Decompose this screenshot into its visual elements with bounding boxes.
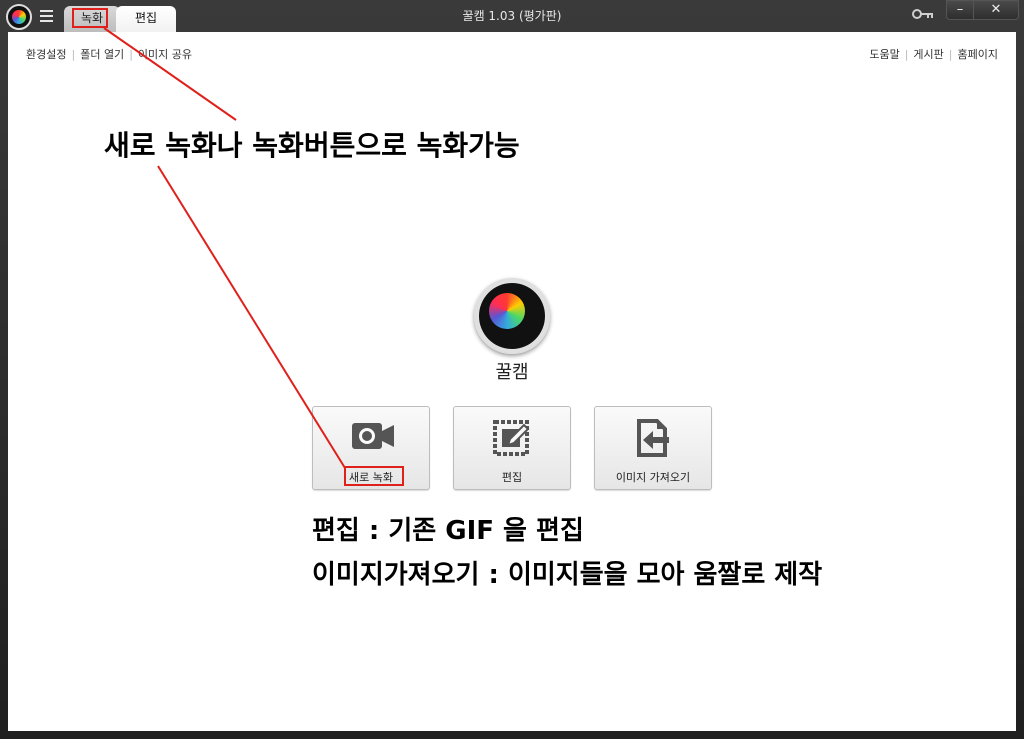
window-frame: 녹화 편집 꿀캠 1.03 (평가판) – ✕ 환경설정 | 폴더 열기 | 이미지 공… [0, 0, 1024, 739]
annotation-line-button [157, 165, 346, 469]
annotation-line-tab [103, 27, 237, 121]
annotation-lines [103, 27, 346, 469]
